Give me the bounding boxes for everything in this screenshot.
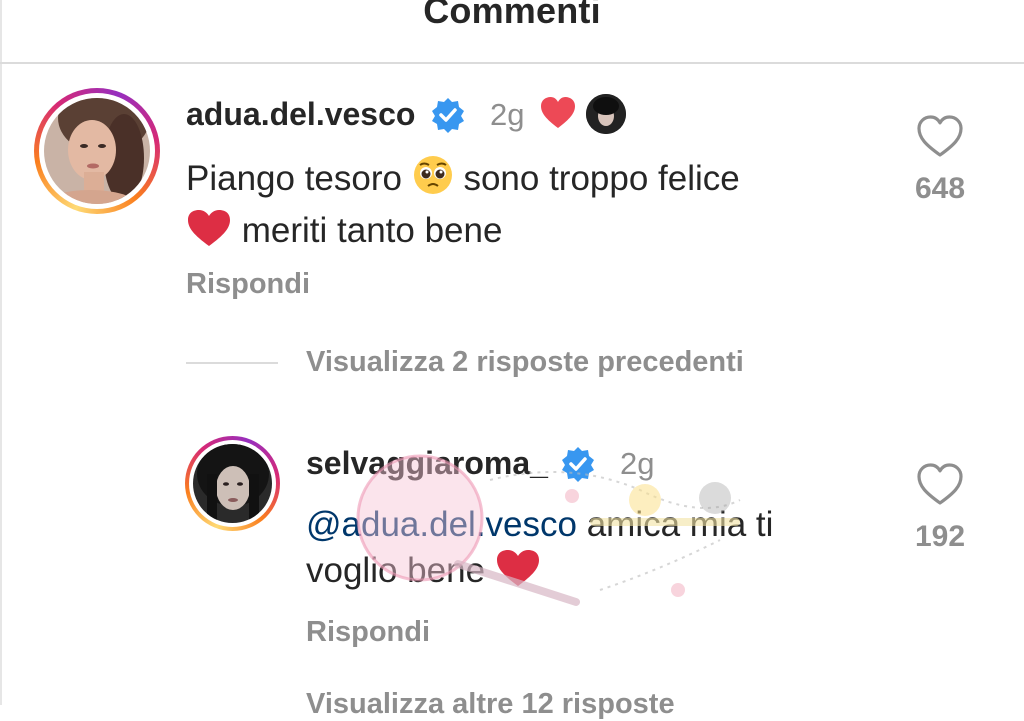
like-count: 192 [914,520,966,553]
pleading-face-emoji [412,154,454,208]
red-heart-emoji [186,208,232,260]
comment-username[interactable]: selvaggiaroma_ [306,445,548,482]
view-previous-replies-link[interactable]: Visualizza 2 risposte precedenti [306,346,744,379]
comment-text: @adua.del.vesco amica mia ti voglio bene [306,502,866,600]
red-heart-icon [541,97,575,128]
verified-badge-icon [562,447,594,482]
comment-time: 2g [620,446,655,481]
left-edge [0,0,2,705]
like-count: 648 [914,172,966,205]
avatar-photo [44,98,150,204]
reply-button[interactable]: Rispondi [306,616,430,649]
heart-outline-icon[interactable] [916,114,964,158]
comments-header: Commenti [0,0,1024,64]
avatar-photo [193,444,272,523]
reply-button[interactable]: Rispondi [186,268,310,301]
verified-badge-icon [432,98,464,133]
avatar[interactable] [185,436,280,531]
comment-username[interactable]: adua.del.vesco [186,96,415,133]
heart-outline-icon[interactable] [916,462,964,506]
liker-avatar [586,94,626,134]
mention-link[interactable]: @adua.del.vesco [306,505,577,544]
red-heart-emoji [495,548,541,600]
replies-divider [186,362,278,364]
comment-time: 2g [490,97,525,132]
comment-text: Piango tesoro sono troppo felice meriti … [186,154,866,260]
avatar[interactable] [34,88,160,214]
page-title: Commenti [423,0,601,31]
